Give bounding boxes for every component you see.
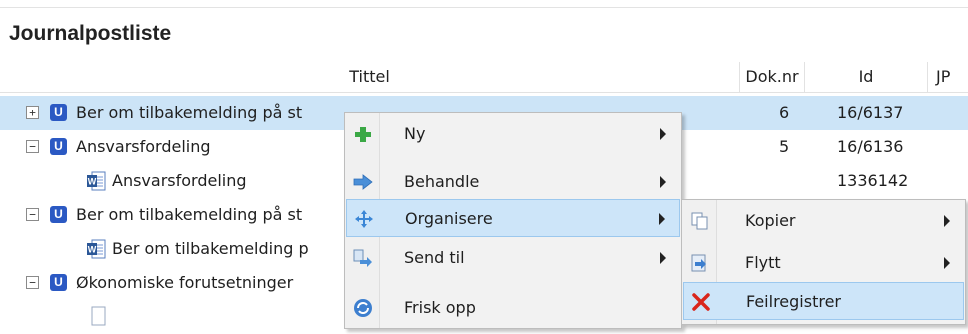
row-title: Ansvarsfordeling <box>112 171 247 190</box>
menu-item-ny[interactable]: Ny <box>346 115 680 153</box>
menu-item-frisk-opp[interactable]: Frisk opp <box>346 289 680 327</box>
submenu-arrow-icon <box>660 128 666 140</box>
collapse-minus-icon[interactable]: − <box>26 276 39 289</box>
row-title: Økonomiske forutsetninger <box>76 273 294 292</box>
word-document-icon: W <box>87 239 106 259</box>
column-header-id[interactable]: Id <box>805 62 928 93</box>
organisere-submenu: Kopier Flytt Feilregistrer <box>681 199 966 325</box>
journalpost-u-icon: U <box>50 206 67 223</box>
context-menu: Ny Behandle Organisere Send til Frisk op… <box>344 112 682 329</box>
row-id: 16/6137 <box>837 103 904 122</box>
plus-icon <box>355 127 371 142</box>
menu-item-label: Send til <box>404 248 465 267</box>
refresh-icon <box>354 299 372 317</box>
send-to-icon <box>353 249 372 267</box>
copy-icon <box>691 212 708 230</box>
menu-item-behandle[interactable]: Behandle <box>346 163 680 201</box>
row-doknr: 6 <box>779 103 790 122</box>
submenu-arrow-icon <box>659 213 665 225</box>
menu-item-label: Feilregistrer <box>746 292 841 311</box>
move-arrows-icon <box>355 210 373 228</box>
top-divider <box>0 7 968 8</box>
collapse-minus-icon[interactable]: − <box>26 208 39 221</box>
row-title: Ber om tilbakemelding på st <box>76 103 303 122</box>
journalpost-u-icon: U <box>50 274 67 291</box>
column-header-tittel[interactable]: Tittel <box>0 62 740 93</box>
submenu-arrow-icon <box>944 215 950 227</box>
row-title: Ansvarsfordeling <box>76 137 211 156</box>
menu-item-label: Flytt <box>745 253 781 272</box>
word-document-icon: W <box>87 171 106 191</box>
svg-text:W: W <box>88 245 97 255</box>
menu-item-label: Frisk opp <box>404 298 476 317</box>
submenu-arrow-icon <box>944 257 950 269</box>
menu-item-flytt[interactable]: Flytt <box>683 244 964 282</box>
row-doknr: 5 <box>779 137 790 156</box>
menu-item-label: Ny <box>404 124 426 143</box>
journalpost-u-icon: U <box>50 138 67 155</box>
menu-item-label: Kopier <box>745 211 796 230</box>
row-id: 1336142 <box>837 171 909 190</box>
menu-item-label: Organisere <box>405 209 493 228</box>
row-id: 16/6136 <box>837 137 904 156</box>
menu-item-label: Behandle <box>404 172 480 191</box>
row-title: Ber om tilbakemelding p <box>112 239 309 258</box>
svg-text:W: W <box>88 177 97 187</box>
move-icon <box>691 254 706 272</box>
expand-plus-icon[interactable]: + <box>26 106 39 119</box>
column-header-doknr[interactable]: Dok.nr <box>740 62 805 93</box>
arrow-right-icon <box>353 174 373 190</box>
menu-item-feilregistrer[interactable]: Feilregistrer <box>683 282 964 320</box>
menu-item-kopier[interactable]: Kopier <box>683 202 964 240</box>
red-x-icon <box>692 293 710 311</box>
page-title: Journalpostliste <box>9 22 172 45</box>
column-header-jp[interactable]: JP <box>928 62 968 93</box>
document-icon <box>91 306 106 326</box>
menu-item-organisere[interactable]: Organisere <box>346 199 680 237</box>
submenu-arrow-icon <box>660 176 666 188</box>
menu-item-send-til[interactable]: Send til <box>346 239 680 277</box>
row-title: Ber om tilbakemelding på st <box>76 205 303 224</box>
submenu-arrow-icon <box>660 252 666 264</box>
collapse-minus-icon[interactable]: − <box>26 140 39 153</box>
journalpost-u-icon: U <box>50 104 67 121</box>
